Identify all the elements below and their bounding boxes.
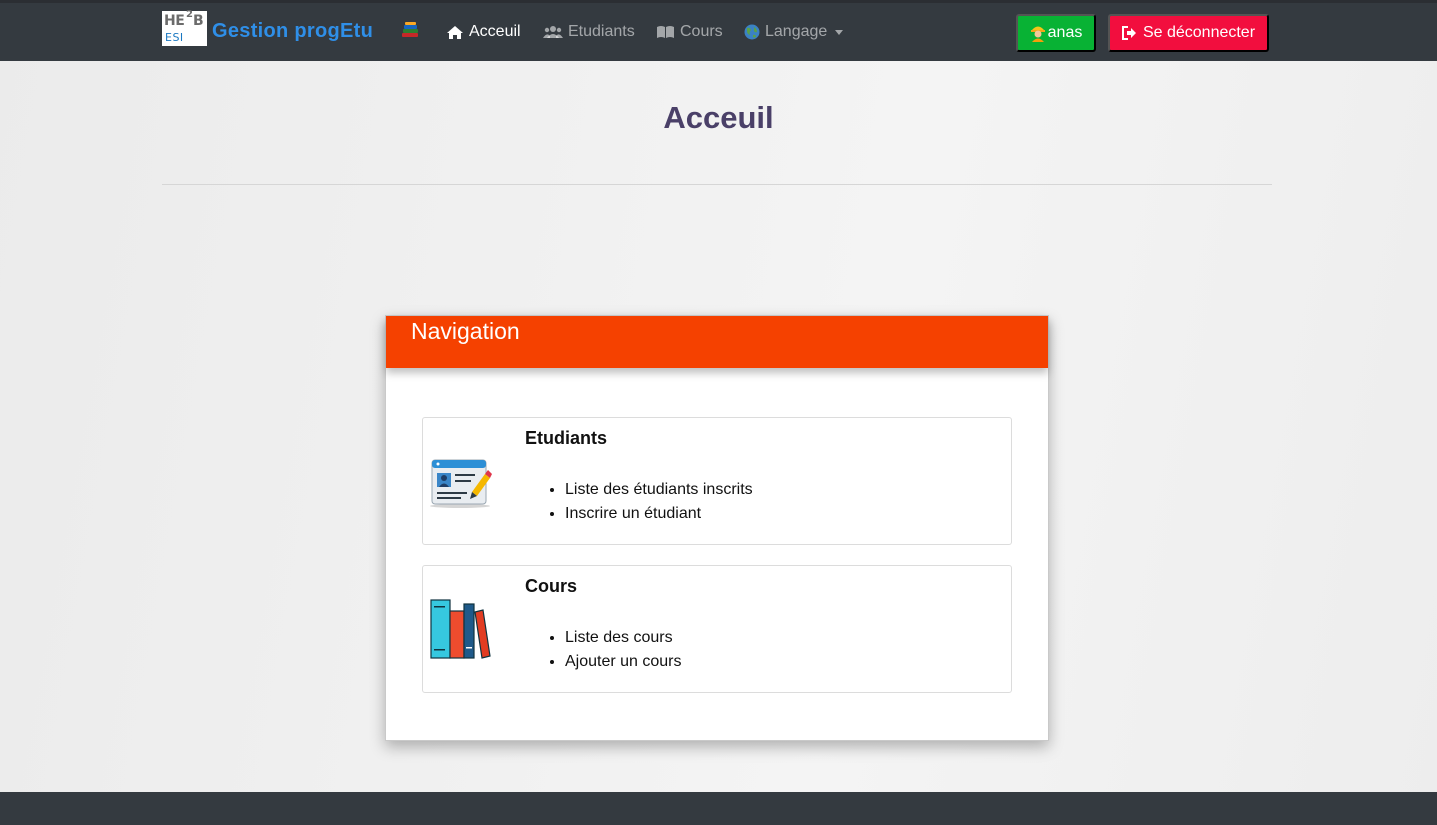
nav-item-label: Langage [765,23,828,40]
books-icon [400,20,420,40]
globe-icon [744,24,760,40]
section-etudiants: Etudiants Liste des étudiants inscrits I… [422,417,1012,545]
divider [162,184,1272,185]
logout-button[interactable]: Se déconnecter [1108,14,1269,52]
books-icon [430,597,492,664]
logo-text-2: 2 [186,9,193,20]
footer [0,792,1437,825]
user-button[interactable]: anas [1016,14,1096,52]
construction-worker-icon [1030,26,1045,42]
section-title: Cours [525,576,578,596]
section-title: Etudiants [525,428,608,448]
link-liste-etudiants[interactable]: Liste des étudiants inscrits [565,478,753,502]
logo-text-he: HE [164,13,185,29]
page-title: Acceuil [663,100,774,135]
nav-item-label: Cours [680,23,723,40]
link-list: Liste des cours Ajouter un cours [565,626,682,674]
link-ajouter-cours[interactable]: Ajouter un cours [565,650,682,674]
nav-item-etudiants[interactable]: Etudiants [543,23,635,41]
home-icon [447,25,463,39]
link-list: Liste des étudiants inscrits Inscrire un… [565,478,753,526]
link-liste-cours[interactable]: Liste des cours [565,626,682,650]
logo-text-b: B [193,13,204,29]
nav-item-label: Acceuil [469,23,521,40]
student-card-icon [430,456,492,517]
brand-link[interactable]: Gestion progEtu [212,20,373,43]
user-name: anas [1047,24,1083,41]
section-cours: Cours Liste des cours Ajouter un cours [422,565,1012,693]
nav-item-langage-dropdown[interactable]: Langage [744,23,844,41]
card-title: Navigation [411,318,520,344]
logo-text-esi: ESI [165,31,184,44]
caret-down-icon [835,29,844,35]
book-open-icon [657,26,674,38]
link-inscrire-etudiant[interactable]: Inscrire un étudiant [565,502,753,526]
navbar: HE 2 B ESI Gestion progEtu Acceuil Etudi… [0,3,1437,61]
nav-item-acceuil[interactable]: Acceuil [446,23,521,41]
users-icon [543,26,563,38]
navigation-card: Navigation Etudiants Liste d [385,315,1049,741]
he2b-esi-logo[interactable]: HE 2 B ESI [162,9,207,46]
nav-item-label: Etudiants [568,23,635,40]
nav-item-cours[interactable]: Cours [656,23,723,41]
logout-label: Se déconnecter [1142,24,1256,41]
sign-out-icon [1121,26,1136,40]
card-header: Navigation [386,316,1048,368]
